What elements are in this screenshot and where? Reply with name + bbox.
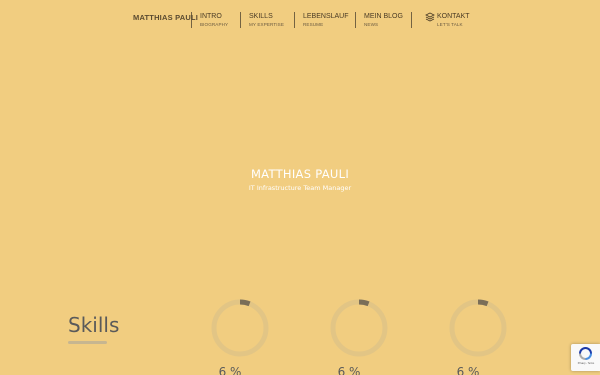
skill-ring xyxy=(211,299,269,357)
hero-subtitle: IT Infrastructure Team Manager xyxy=(248,184,352,192)
nav-item-sublabel: BIOGRAPHY xyxy=(200,22,229,27)
nav-item-lebenslauf[interactable]: LEBENSLAUF RESUME xyxy=(303,13,349,28)
skill-ring-track xyxy=(330,299,388,357)
skill-ring-track xyxy=(449,299,507,357)
nav-divider xyxy=(191,12,192,28)
top-navigation: MATTHIAS PAULI INTRO BIOGRAPHY SKILLS MY… xyxy=(0,12,600,32)
nav-item-label: MEIN BLOG xyxy=(364,13,403,20)
skill-ring xyxy=(449,299,507,357)
recaptcha-badge[interactable]: Privacy - Terms xyxy=(571,344,600,371)
nav-item-label: LEBENSLAUF xyxy=(303,13,349,20)
nav-divider xyxy=(294,12,295,28)
skill-percent: 6 % xyxy=(456,365,480,375)
skill-percent: 6 % xyxy=(218,365,242,375)
skill-ring-track xyxy=(211,299,269,357)
nav-divider xyxy=(411,12,412,28)
skills-heading-underline xyxy=(68,341,107,344)
hero-name: MATTHIAS PAULI xyxy=(250,167,350,181)
recaptcha-label[interactable]: Privacy - Terms xyxy=(573,362,599,365)
skills-heading: Skills xyxy=(68,313,120,337)
nav-item-label: SKILLS xyxy=(249,13,273,20)
nav-item-sublabel: MY EXPERTISE xyxy=(249,22,284,27)
nav-item-intro[interactable]: INTRO BIOGRAPHY xyxy=(200,13,228,28)
nav-divider xyxy=(355,12,356,28)
nav-item-sublabel: RESUME xyxy=(303,22,324,27)
layers-icon xyxy=(425,12,435,22)
nav-divider xyxy=(240,12,241,28)
nav-item-blog[interactable]: MEIN BLOG NEWS xyxy=(364,13,403,28)
skill-ring xyxy=(330,299,388,357)
site-brand[interactable]: MATTHIAS PAULI xyxy=(133,13,198,22)
nav-item-skills[interactable]: SKILLS MY EXPERTISE xyxy=(249,13,284,28)
skill-percent: 6 % xyxy=(337,365,361,375)
nav-item-sublabel: NEWS xyxy=(364,22,379,27)
nav-item-sublabel: LET'S TALK xyxy=(437,22,463,27)
nav-item-label: KONTAKT xyxy=(437,13,470,20)
nav-item-label: INTRO xyxy=(200,13,222,20)
recaptcha-icon xyxy=(579,347,592,360)
nav-item-kontakt[interactable]: KONTAKT LET'S TALK xyxy=(437,13,470,28)
